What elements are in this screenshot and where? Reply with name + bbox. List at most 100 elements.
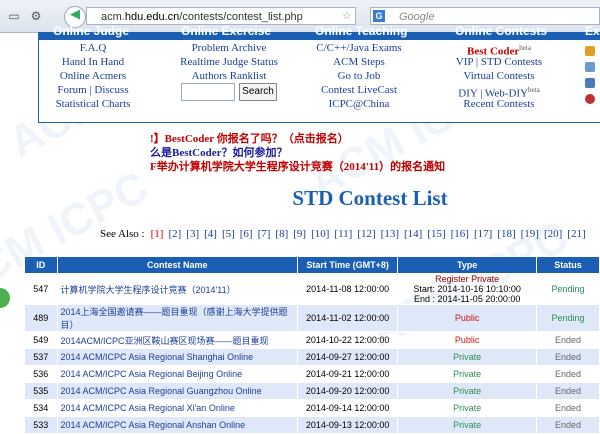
contest-type: Public (397, 304, 537, 332)
page-link[interactable]: [4] (204, 228, 217, 240)
edit-icon[interactable] (585, 78, 595, 88)
user-icon[interactable] (585, 46, 595, 56)
page-link[interactable]: [7] (258, 228, 271, 240)
table-row[interactable]: 536 2014 ACM/ICPC Asia Regional Beijing O… (24, 365, 600, 383)
nav-link-statistical-charts[interactable]: Statistical Charts (53, 97, 133, 111)
contest-name-link[interactable]: 2014上海全国邀请赛——题目重现（感谢上海大学提供题目） (56, 304, 298, 332)
page-link[interactable]: [16] (451, 228, 469, 240)
bookmark-star-icon[interactable]: ☆ (342, 9, 352, 22)
contest-type-label: Public (454, 313, 480, 323)
nav-col-teaching: C/C++/Java Exams ACM Steps Go to Job Con… (309, 41, 409, 111)
page-link[interactable]: [18] (497, 228, 515, 240)
col-header-status[interactable]: Status (535, 256, 600, 274)
table-row[interactable]: 533 2014 ACM/ICPC Asia Regional Anshan On… (24, 416, 600, 434)
page-icon[interactable]: ▭ (6, 8, 22, 24)
table-row[interactable]: 489 2014上海全国邀请赛——题目重现（感谢上海大学提供题目） 2014-11-… (24, 304, 600, 332)
contest-id: 489 (24, 304, 58, 332)
col-header-id[interactable]: ID (24, 256, 58, 274)
diy-beta: beta (528, 86, 540, 94)
page-link[interactable]: [2] (168, 228, 181, 240)
nav-link-authors-ranklist[interactable]: Authors Ranklist (169, 69, 289, 83)
nav-link-icpc-china[interactable]: ICPC@China (309, 97, 409, 111)
table-header-row: ID Contest Name Start Time (GMT+8) Type … (24, 256, 600, 274)
nav-link-online-acmers[interactable]: Online Acmers (53, 69, 133, 83)
contest-start-time: 2014-09-13 12:00:00 (296, 416, 399, 434)
nav-link-go-to-job[interactable]: Go to Job (309, 69, 409, 83)
contest-type: Register Private Start: 2014-10-16 10:10:… (397, 273, 537, 305)
nav-col-exercise: Problem Archive Realtime Judge Status Au… (169, 41, 289, 83)
nav-link-faq[interactable]: F.A.Q (53, 41, 133, 55)
contest-name-link[interactable]: 2014 ACM/ICPC Asia Regional Anshan Onlin… (56, 416, 298, 434)
page-link[interactable]: [8] (275, 228, 288, 240)
page-link[interactable]: [21] (567, 228, 585, 240)
search-box[interactable]: Google (370, 7, 600, 25)
contest-register-window: End : 2014-11-05 20:00:00 (413, 294, 521, 304)
contest-start-time: 2014-09-14 12:00:00 (296, 399, 399, 417)
notice-college-contest[interactable]: F举办计算机学院大学生程序设计竞赛（2014'11）的报名通知 (150, 158, 445, 174)
tools-icon[interactable]: ⚙ (28, 8, 44, 24)
contest-register-window: Start: 2014-10-16 10:10:00 (413, 284, 521, 294)
table-row[interactable]: 547 计算机学院大学生程序设计竞赛（2014'11） 2014-11-08 12:… (24, 273, 600, 305)
contest-name-link[interactable]: 2014 ACM/ICPC Asia Regional Beijing Onli… (56, 365, 298, 383)
contest-name-link[interactable]: 2014 ACM/ICPC Asia Regional Xi'an Online (56, 399, 298, 417)
page-link[interactable]: [10] (311, 228, 329, 240)
contest-name-link[interactable]: 计算机学院大学生程序设计竞赛（2014'11） (56, 273, 298, 305)
page-link[interactable]: [3] (186, 228, 199, 240)
problem-search-input[interactable] (181, 83, 235, 101)
page-link[interactable]: [5] (222, 228, 235, 240)
page-link[interactable]: [1] (151, 228, 164, 240)
contest-status: Ended (535, 399, 600, 417)
col-header-start-time[interactable]: Start Time (GMT+8) (296, 256, 399, 274)
bestcoder-beta: beta (519, 44, 531, 52)
table-row[interactable]: 535 2014 ACM/ICPC Asia Regional Guangzhou… (24, 382, 600, 400)
col-header-type[interactable]: Type (397, 256, 537, 274)
url-domain: hdu.edu.cn (124, 11, 180, 23)
url-prefix: acm. (101, 11, 125, 23)
logout-icon[interactable] (585, 94, 595, 104)
nav-link-vip-std[interactable]: VIP | STD Contests (443, 55, 555, 69)
nav-link-bestcoder[interactable]: Best Coderbeta (443, 41, 555, 58)
page-link[interactable]: [17] (474, 228, 492, 240)
nav-link-livecast[interactable]: Contest LiveCast (309, 83, 409, 97)
mail-icon[interactable] (585, 62, 595, 72)
nav-header-teaching: Online Teaching (315, 24, 408, 38)
contest-status: Ended (535, 365, 600, 383)
nav-link-virtual[interactable]: Virtual Contests (443, 69, 555, 83)
page-link[interactable]: [13] (381, 228, 399, 240)
nav-link-realtime-status[interactable]: Realtime Judge Status (169, 55, 289, 69)
side-tab-handle[interactable] (0, 288, 10, 308)
page-link[interactable]: [11] (334, 228, 352, 240)
page-link[interactable]: [15] (427, 228, 445, 240)
nav-link-forum[interactable]: Forum | Discuss (53, 83, 133, 97)
search-engine-icon[interactable]: G (373, 10, 385, 22)
contest-type: Private (397, 399, 537, 417)
address-bar[interactable]: acm.hdu.edu.cn/contests/contest_list.php (86, 7, 356, 25)
nav-link-problem-archive[interactable]: Problem Archive (169, 41, 289, 55)
nav-link-hand-in-hand[interactable]: Hand In Hand (53, 55, 133, 69)
contest-name-link[interactable]: 2014 ACM/ICPC Asia Regional Guangzhou On… (56, 382, 298, 400)
nav-header-bar: Online Judge Online Exercise Online Teac… (39, 24, 600, 40)
contest-type-label: Private (453, 420, 482, 430)
contest-status: Pending (535, 273, 600, 305)
table-row[interactable]: 549 2014ACM/ICPC亚洲区鞍山赛区现场赛——题目重现 2014-10-2… (24, 331, 600, 349)
page-title: STD Contest List (292, 186, 448, 210)
contest-status: Ended (535, 382, 600, 400)
table-row[interactable]: 537 2014 ACM/ICPC Asia Regional Shanghai … (24, 348, 600, 366)
nav-header-extra: Ex (585, 24, 600, 38)
page-link[interactable]: [14] (404, 228, 422, 240)
page-link[interactable]: [19] (521, 228, 539, 240)
page-link[interactable]: [12] (357, 228, 375, 240)
contest-name-link[interactable]: 2014ACM/ICPC亚洲区鞍山赛区现场赛——题目重现 (56, 331, 298, 349)
page-link[interactable]: [6] (240, 228, 253, 240)
nav-link-diy[interactable]: DIY | Web-DIYbeta (443, 83, 555, 100)
col-header-name[interactable]: Contest Name (56, 256, 298, 274)
search-button[interactable]: Search (239, 83, 277, 101)
table-row[interactable]: 534 2014 ACM/ICPC Asia Regional Xi'an Onl… (24, 399, 600, 417)
contest-id: 535 (24, 382, 58, 400)
nav-link-exams[interactable]: C/C++/Java Exams (309, 41, 409, 55)
contest-name-link[interactable]: 2014 ACM/ICPC Asia Regional Shanghai Onl… (56, 348, 298, 366)
nav-link-acm-steps[interactable]: ACM Steps (309, 55, 409, 69)
page-link[interactable]: [9] (293, 228, 306, 240)
page-link[interactable]: [20] (544, 228, 562, 240)
contest-type: Private (397, 416, 537, 434)
